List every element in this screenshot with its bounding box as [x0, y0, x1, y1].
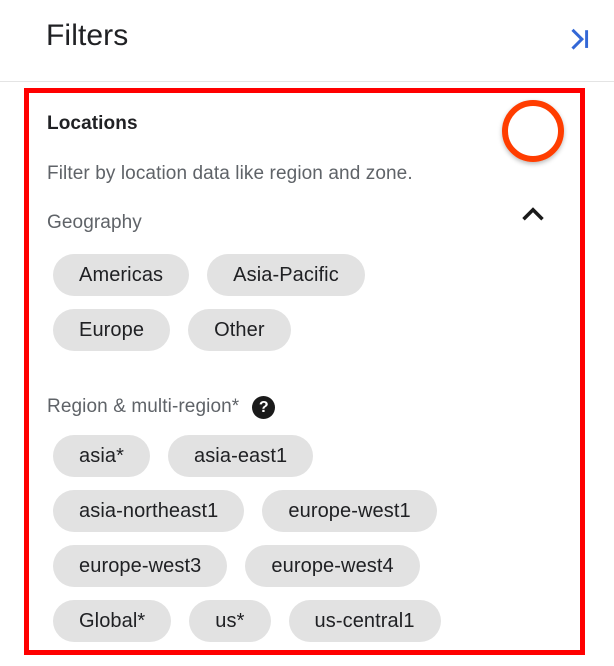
chevron-up-icon	[518, 199, 548, 229]
locations-expand-toggle[interactable]	[513, 194, 553, 234]
help-icon[interactable]: ?	[252, 395, 276, 419]
chip-europe[interactable]: Europe	[53, 309, 171, 351]
chevron-right-to-bar-icon	[566, 26, 594, 54]
chip-row: Europe Other	[53, 309, 573, 351]
region-chip-group: asia* asia-east1 asia-northeast1 europe-…	[53, 435, 573, 655]
locations-section-description: Filter by location data like region and …	[47, 163, 413, 184]
filters-panel-header: Filters	[0, 0, 614, 82]
chip-row: asia-northeast1 europe-west1	[53, 490, 573, 532]
chip-asia-pacific[interactable]: Asia-Pacific	[207, 254, 365, 296]
region-group-label: Region & multi-region* ?	[47, 395, 276, 419]
chip-europe-west3[interactable]: europe-west3	[53, 545, 228, 587]
filters-panel-body: Locations Filter by location data like r…	[0, 82, 614, 666]
region-group-label-text: Region & multi-region*	[47, 396, 240, 417]
chip-row: Americas Asia-Pacific	[53, 254, 573, 296]
chip-asia-northeast1[interactable]: asia-northeast1	[53, 490, 245, 532]
chip-asia-east1[interactable]: asia-east1	[167, 435, 314, 477]
chip-row: Global* us* us-central1	[53, 600, 573, 642]
chip-europe-west4[interactable]: europe-west4	[245, 545, 420, 587]
chip-other[interactable]: Other	[188, 309, 291, 351]
chip-row: europe-west3 europe-west4	[53, 545, 573, 587]
chip-us-central1[interactable]: us-central1	[288, 600, 441, 642]
chip-asia-star[interactable]: asia*	[53, 435, 150, 477]
geography-group-label: Geography	[47, 211, 142, 235]
page-title: Filters	[46, 19, 129, 52]
chip-europe-west1[interactable]: europe-west1	[262, 490, 437, 532]
chip-row: asia* asia-east1	[53, 435, 573, 477]
locations-section-title: Locations	[47, 113, 138, 134]
chip-americas[interactable]: Americas	[53, 254, 190, 296]
collapse-panel-button[interactable]	[560, 20, 600, 60]
geography-group-label-text: Geography	[47, 212, 142, 233]
chip-us-star[interactable]: us*	[189, 600, 271, 642]
geography-chip-group: Americas Asia-Pacific Europe Other	[53, 254, 573, 364]
chip-global-star[interactable]: Global*	[53, 600, 172, 642]
